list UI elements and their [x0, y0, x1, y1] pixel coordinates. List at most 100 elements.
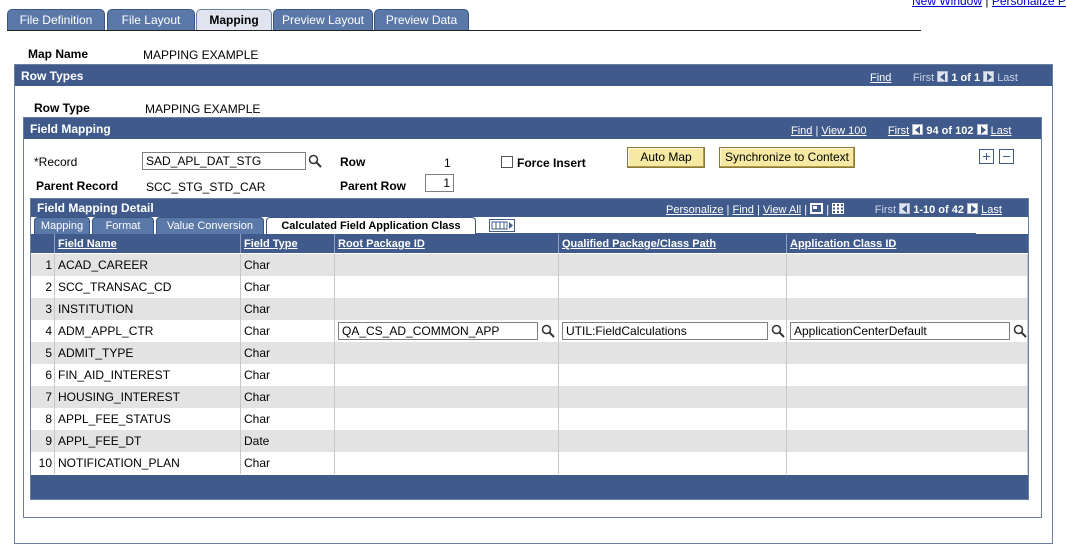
- col-rownum-header: [31, 234, 55, 253]
- previous-field-icon[interactable]: [912, 124, 924, 135]
- delete-row-icon[interactable]: [999, 149, 1014, 164]
- row-number: 2: [31, 276, 55, 298]
- next-field-icon[interactable]: [976, 124, 988, 135]
- detail-find-link[interactable]: Find: [732, 204, 753, 216]
- field-type-cell: Date: [241, 430, 335, 452]
- detail-header: Field Mapping Detail Personalize | Find …: [31, 199, 1028, 217]
- field-type-cell: Char: [241, 254, 335, 276]
- row-types-group: Row Types Find First 1 of 1 Last Row Typ…: [14, 64, 1053, 544]
- force-insert-checkbox[interactable]: [501, 156, 513, 168]
- table-row: 10 NOTIFICATION_PLAN Char: [31, 452, 1028, 474]
- detail-title: Field Mapping Detail: [37, 201, 154, 215]
- field-mapping-group: Field Mapping Find | View 100 First 94 o…: [23, 117, 1042, 518]
- tab-preview-layout[interactable]: Preview Layout: [273, 9, 373, 31]
- detail-last-link[interactable]: Last: [981, 204, 1002, 216]
- synchronize-to-context-button[interactable]: Synchronize to Context: [719, 147, 855, 168]
- tab-file-definition[interactable]: File Definition: [7, 9, 105, 31]
- table-row: 5 ADMIT_TYPE Char: [31, 342, 1028, 364]
- root-package-cell: [335, 254, 559, 276]
- next-row-icon: [983, 71, 995, 82]
- record-input[interactable]: [142, 152, 306, 170]
- app-class-lookup-icon[interactable]: [1013, 324, 1027, 338]
- add-row-icon[interactable]: [979, 149, 994, 164]
- subtab-calculated-field-application-class[interactable]: Calculated Field Application Class: [266, 217, 476, 234]
- map-name-label: Map Name: [28, 47, 89, 61]
- class-path-cell: [559, 254, 787, 276]
- parent-row-input[interactable]: [425, 174, 454, 192]
- field-type-cell: Char: [241, 320, 335, 342]
- tab-file-layout[interactable]: File Layout: [107, 9, 195, 31]
- col-app-class-link[interactable]: Application Class ID: [787, 238, 896, 250]
- row-value: 1: [444, 156, 451, 170]
- table-row: 7 HOUSING_INTEREST Char: [31, 386, 1028, 408]
- tab-mapping[interactable]: Mapping: [196, 9, 272, 31]
- detail-personalize-link[interactable]: Personalize: [666, 204, 723, 216]
- col-app-class-header: Application Class ID: [787, 234, 1028, 253]
- row-type-label: Row Type: [34, 101, 90, 115]
- record-lookup-icon[interactable]: [308, 154, 322, 168]
- class-path-cell: [559, 298, 787, 320]
- field-type-cell: Char: [241, 452, 335, 474]
- table-row: 8 APPL_FEE_STATUS Char: [31, 408, 1028, 430]
- row-types-find-link[interactable]: Find: [870, 72, 891, 84]
- detail-view-all-link[interactable]: View All: [763, 204, 801, 216]
- app-class-cell: [787, 342, 1028, 364]
- table-row: 9 APPL_FEE_DT Date: [31, 430, 1028, 452]
- parent-record-label: Parent Record: [36, 179, 119, 193]
- subtab-value-conversion[interactable]: Value Conversion: [156, 217, 264, 234]
- field-name-cell: ACAD_CAREER: [55, 254, 241, 276]
- field-type-cell: Char: [241, 364, 335, 386]
- row-types-title: Row Types: [21, 69, 84, 83]
- parent-record-value: SCC_STG_STD_CAR: [146, 180, 266, 194]
- record-label: *Record: [34, 155, 78, 169]
- subtab-mapping[interactable]: Mapping: [34, 217, 90, 234]
- col-field-name-link[interactable]: Field Name: [55, 238, 117, 250]
- field-mapping-nav: Find | View 100 First 94 of 102 Last: [791, 124, 1011, 137]
- view-100-link[interactable]: View 100: [821, 125, 866, 137]
- previous-row-icon: [937, 71, 949, 82]
- column-header-row: Field Name Field Type Root Package ID Qu…: [31, 234, 1028, 253]
- col-field-name-header: Field Name: [55, 234, 241, 253]
- map-name-value: MAPPING EXAMPLE: [143, 48, 259, 62]
- field-mapping-header: Field Mapping Find | View 100 First 94 o…: [24, 118, 1041, 139]
- row-types-last-label: Last: [997, 72, 1018, 84]
- field-mapping-last-link[interactable]: Last: [991, 125, 1012, 137]
- parent-row-label: Parent Row: [340, 179, 407, 193]
- field-mapping-find-link[interactable]: Find: [791, 125, 812, 137]
- class-path-lookup-icon[interactable]: [771, 324, 785, 338]
- grid-footer: [31, 475, 1028, 499]
- personalize-page-link[interactable]: Personalize P: [992, 0, 1066, 8]
- row-number: 10: [31, 452, 55, 474]
- root-package-cell: [335, 320, 559, 342]
- col-class-path-link[interactable]: Qualified Package/Class Path: [559, 238, 716, 250]
- tab-preview-data[interactable]: Preview Data: [374, 9, 469, 31]
- class-path-cell: [559, 276, 787, 298]
- class-path-cell: [559, 364, 787, 386]
- show-all-columns-icon[interactable]: [489, 219, 515, 232]
- new-window-link[interactable]: New Window: [912, 0, 982, 8]
- field-mapping-first-link[interactable]: First: [888, 125, 909, 137]
- app-class-cell: [787, 386, 1028, 408]
- download-grid-icon[interactable]: [832, 203, 845, 214]
- root-package-input[interactable]: [338, 322, 538, 340]
- class-path-cell: [559, 342, 787, 364]
- root-package-cell: [335, 452, 559, 474]
- app-class-cell: [787, 452, 1028, 474]
- col-class-path-header: Qualified Package/Class Path: [559, 234, 787, 253]
- class-path-input[interactable]: [562, 322, 768, 340]
- col-root-package-link[interactable]: Root Package ID: [335, 238, 425, 250]
- detail-previous-icon: [899, 203, 911, 214]
- field-name-cell: SCC_TRANSAC_CD: [55, 276, 241, 298]
- field-mapping-detail-grid: Field Mapping Detail Personalize | Find …: [30, 198, 1029, 500]
- app-class-input[interactable]: [790, 322, 1010, 340]
- row-number: 3: [31, 298, 55, 320]
- col-field-type-link[interactable]: Field Type: [241, 238, 298, 250]
- auto-map-button[interactable]: Auto Map: [627, 147, 705, 168]
- root-package-cell: [335, 386, 559, 408]
- subtab-format[interactable]: Format: [92, 217, 154, 234]
- detail-count: 1-10 of 42: [913, 204, 964, 216]
- app-class-cell: [787, 254, 1028, 276]
- detail-next-icon[interactable]: [967, 203, 979, 214]
- root-package-lookup-icon[interactable]: [541, 324, 555, 338]
- zoom-grid-icon[interactable]: [810, 203, 824, 214]
